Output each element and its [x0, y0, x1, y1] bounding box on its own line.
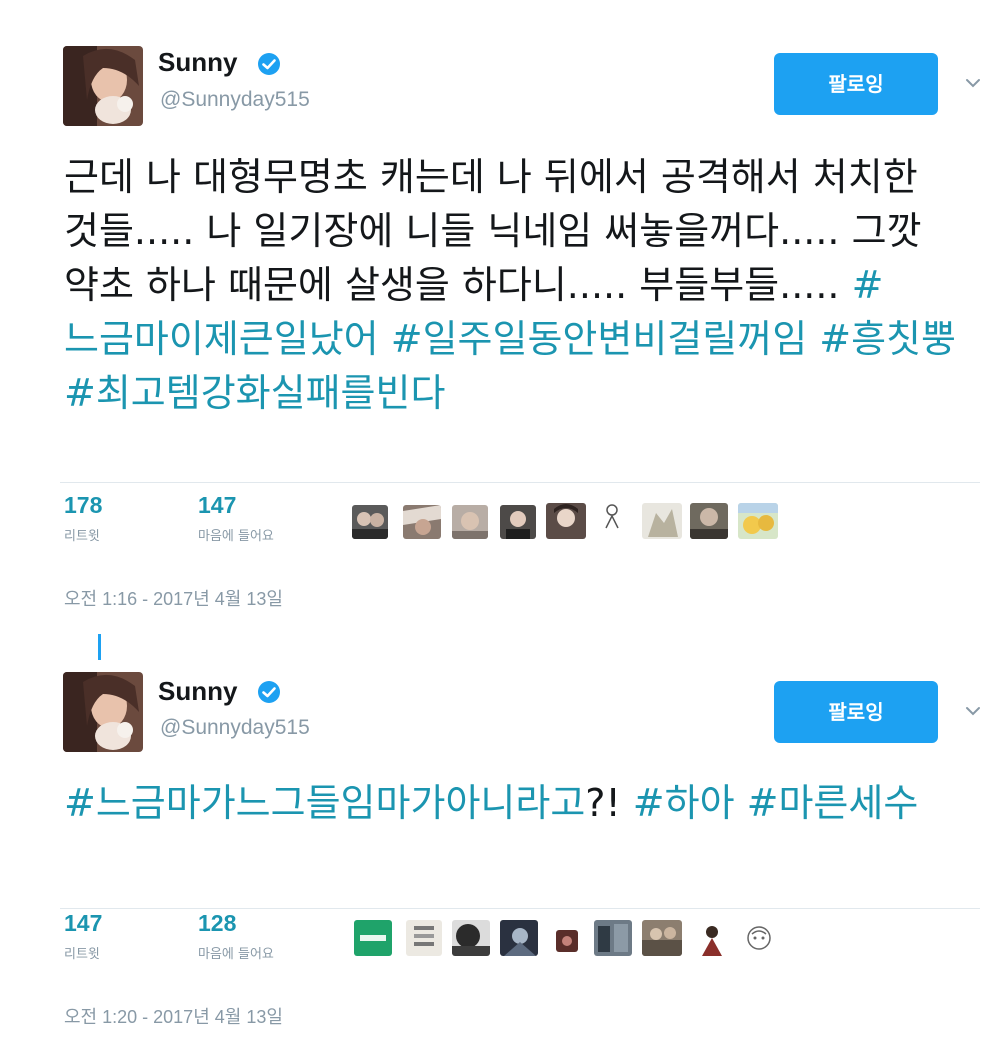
tweet-text: 근데 나 대형무명초 캐는데 나 뒤에서 공격해서 처치한 것들..... 나 … [64, 150, 974, 420]
verified-badge-icon [257, 680, 281, 704]
liker-avatar[interactable] [403, 505, 441, 539]
author-name[interactable]: Sunny [158, 676, 237, 707]
liker-avatar[interactable] [452, 920, 490, 956]
tweet-timestamp[interactable]: 오전 1:20 - 2017년 4월 13일 [64, 1003, 283, 1029]
tweet-timestamp[interactable]: 오전 1:16 - 2017년 4월 13일 [64, 585, 283, 611]
hashtag-link[interactable]: #마른세수 [747, 781, 919, 825]
like-count-label: 마음에 들어요 [198, 947, 274, 962]
liker-avatar[interactable] [500, 920, 538, 956]
tweet-2: Sunny @Sunnyday515 팔로잉 #느금마가느그들임마가아니라고?!… [0, 640, 1000, 1040]
tweet-text: #느금마가느그들임마가아니라고?! #하아 #마른세수 [64, 776, 974, 830]
retweet-count-value: 147 [64, 910, 103, 936]
hashtag-link[interactable]: #흥칫뿡 [819, 317, 956, 361]
chevron-down-icon[interactable] [962, 72, 984, 94]
liker-avatar[interactable] [546, 503, 586, 539]
liker-avatar[interactable] [500, 505, 536, 539]
retweet-count-label: 리트윗 [64, 529, 100, 544]
retweet-count-value: 178 [64, 492, 103, 518]
retweet-count[interactable]: 178 리트윗 [64, 492, 102, 544]
hashtag-link[interactable]: #느금마가느그들임마가아니라고 [64, 781, 585, 825]
author-handle[interactable]: @Sunnyday515 [160, 88, 310, 112]
liker-avatar[interactable] [600, 500, 624, 532]
avatar[interactable] [63, 46, 143, 126]
hashtag-link[interactable]: #하아 [633, 781, 735, 825]
liker-avatar[interactable] [690, 503, 728, 539]
tweet-body: 근데 나 대형무명초 캐는데 나 뒤에서 공격해서 처치한 것들..... 나 … [64, 155, 922, 307]
liker-avatar[interactable] [406, 920, 442, 956]
hashtag-link[interactable]: #일주일동안변비걸릴꺼임 [391, 317, 807, 361]
liker-avatar[interactable] [594, 920, 632, 956]
following-button[interactable]: 팔로잉 [774, 53, 938, 115]
chevron-down-icon[interactable] [962, 700, 984, 722]
like-count-value: 128 [198, 910, 237, 936]
liker-avatar[interactable] [352, 505, 388, 539]
liker-avatar[interactable] [740, 920, 778, 956]
author-handle[interactable]: @Sunnyday515 [160, 716, 310, 740]
like-count[interactable]: 147 마음에 들어요 [198, 492, 274, 544]
retweet-count[interactable]: 147 리트윗 [64, 910, 102, 962]
tweet-body: ?! [585, 781, 633, 825]
tweet-1: Sunny @Sunnyday515 팔로잉 근데 나 대형무명초 캐는데 나 … [0, 0, 1000, 660]
hashtag-link[interactable]: #최고템강화실패를빈다 [64, 371, 445, 415]
liker-avatar[interactable] [698, 922, 726, 956]
liker-avatar[interactable] [642, 503, 682, 539]
divider [60, 482, 980, 483]
like-count[interactable]: 128 마음에 들어요 [198, 910, 274, 962]
verified-badge-icon [257, 52, 281, 76]
liker-avatar[interactable] [642, 920, 682, 956]
following-button[interactable]: 팔로잉 [774, 681, 938, 743]
avatar[interactable] [63, 672, 143, 752]
divider [60, 908, 980, 909]
author-name[interactable]: Sunny [158, 47, 237, 78]
liker-avatar[interactable] [354, 920, 392, 956]
like-count-label: 마음에 들어요 [198, 529, 274, 544]
retweet-count-label: 리트윗 [64, 947, 100, 962]
liker-avatar[interactable] [556, 930, 578, 952]
liker-avatar[interactable] [452, 505, 488, 539]
liker-avatar[interactable] [738, 503, 778, 539]
like-count-value: 147 [198, 492, 237, 518]
